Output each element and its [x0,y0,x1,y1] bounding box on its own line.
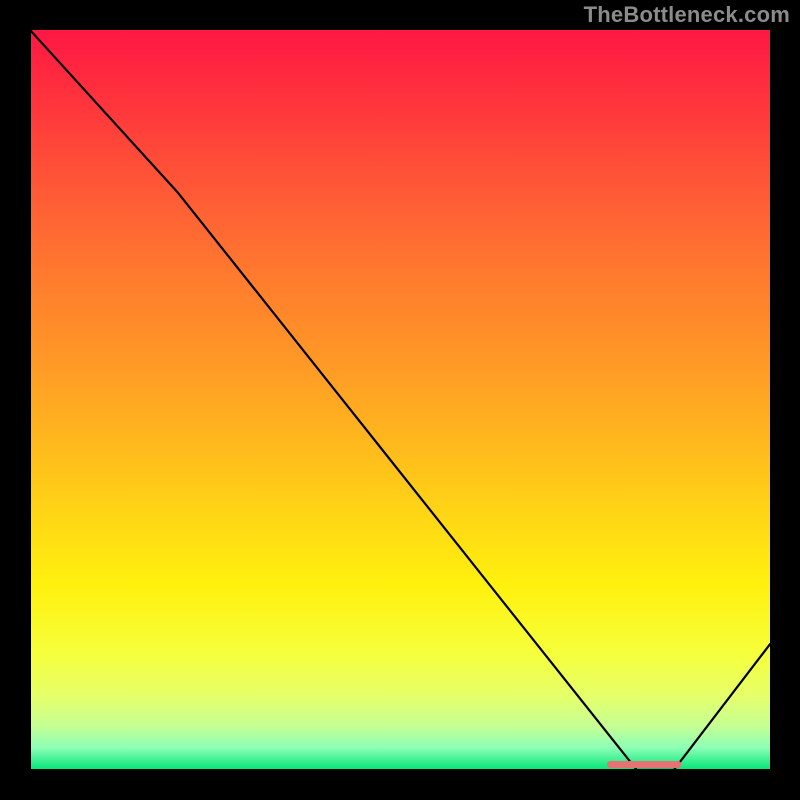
chart-root: TheBottleneck.com [0,0,800,800]
axis-frame [0,0,800,800]
